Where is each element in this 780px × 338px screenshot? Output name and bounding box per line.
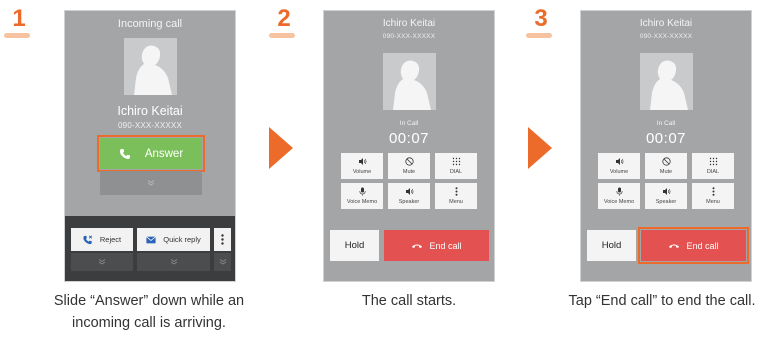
end-call-button[interactable]: End call: [641, 230, 746, 261]
hold-button[interactable]: Hold: [587, 230, 636, 261]
caller-number: 090-XXX-XXXXX: [639, 33, 693, 40]
end-call-screen: Ichiro Keitai 090-XXX-XXXXX In Call 00:0…: [580, 10, 752, 282]
menu-button[interactable]: Menu: [435, 183, 477, 209]
call-timer: 00:07: [388, 130, 430, 147]
phone-icon: [119, 148, 130, 159]
end-call-label: End call: [686, 240, 719, 251]
call-status: In Call: [656, 120, 676, 127]
more-vertical-icon: [712, 187, 714, 196]
step-1-caption: Slide “Answer” down while an incoming ca…: [53, 293, 245, 331]
in-call-screen: Ichiro Keitai 090-XXX-XXXXX In Call 00:0…: [323, 10, 495, 282]
step-number-2: 2: [269, 6, 295, 38]
more-slide-track[interactable]: [214, 253, 231, 271]
mute-button[interactable]: Mute: [388, 153, 430, 179]
more-vertical-icon: [221, 234, 224, 245]
end-call-button[interactable]: End call: [384, 230, 489, 261]
mute-button[interactable]: Mute: [645, 153, 687, 179]
phone-reject-icon: [83, 234, 92, 244]
caller-name: Ichiro Keitai: [382, 18, 436, 29]
step-number-1: 1: [4, 6, 30, 38]
volume-icon: [358, 158, 366, 165]
reject-label: Reject: [99, 235, 122, 244]
call-timer: 00:07: [645, 130, 687, 147]
mute-icon: [661, 157, 671, 166]
next-step-arrow: [269, 127, 293, 169]
caller-avatar: [124, 38, 177, 95]
dial-button[interactable]: DIAL: [435, 153, 477, 179]
caller-avatar: [383, 53, 436, 110]
dialpad-icon: [452, 157, 460, 166]
dial-button[interactable]: DIAL: [692, 153, 734, 179]
voice-memo-button[interactable]: Voice Memo: [598, 183, 640, 209]
caller-name: Ichiro Keitai: [117, 104, 183, 118]
step-3-caption: Tap “End call” to end the call.: [568, 293, 756, 309]
chevron-down-icon: [98, 259, 106, 265]
screen-title: Incoming call: [117, 18, 183, 30]
menu-button[interactable]: Menu: [692, 183, 734, 209]
volume-button[interactable]: Volume: [341, 153, 383, 179]
quick-reply-button[interactable]: Quick reply: [137, 228, 210, 251]
voice-memo-button[interactable]: Voice Memo: [341, 183, 383, 209]
more-options-button[interactable]: [214, 228, 231, 251]
microphone-icon: [359, 187, 365, 196]
end-call-label: End call: [429, 240, 462, 251]
reject-button[interactable]: Reject: [71, 228, 133, 251]
speaker-icon: [662, 188, 670, 195]
answer-button[interactable]: Answer: [100, 138, 202, 169]
caller-avatar: [640, 53, 693, 110]
hang-up-icon: [669, 244, 680, 248]
speaker-icon: [405, 188, 413, 195]
hold-button[interactable]: Hold: [330, 230, 379, 261]
call-options-bar: Reject Quick reply: [65, 216, 235, 281]
more-vertical-icon: [455, 187, 457, 196]
volume-button[interactable]: Volume: [598, 153, 640, 179]
step-number-3: 3: [526, 6, 552, 38]
reject-slide-track[interactable]: [71, 253, 133, 271]
incoming-call-screen: Incoming call Ichiro Keitai 090-XXX-XXXX…: [64, 10, 236, 282]
caller-number: 090-XXX-XXXXX: [382, 33, 436, 40]
speaker-button[interactable]: Speaker: [388, 183, 430, 209]
chevron-down-icon: [219, 259, 226, 265]
caller-name: Ichiro Keitai: [639, 18, 693, 29]
call-status: In Call: [399, 120, 419, 127]
caller-number: 090-XXX-XXXXX: [118, 121, 182, 130]
volume-icon: [615, 158, 623, 165]
next-step-arrow: [528, 127, 552, 169]
step-2-caption: The call starts.: [361, 293, 457, 309]
dialpad-icon: [709, 157, 717, 166]
mute-icon: [404, 157, 414, 166]
message-icon: [146, 235, 157, 243]
microphone-icon: [616, 187, 622, 196]
quick-reply-label: Quick reply: [163, 235, 201, 244]
hang-up-icon: [412, 244, 423, 248]
chevron-down-icon: [147, 180, 155, 186]
answer-slide-track[interactable]: [100, 171, 202, 195]
speaker-button[interactable]: Speaker: [645, 183, 687, 209]
answer-label: Answer: [144, 147, 184, 160]
chevron-down-icon: [170, 259, 177, 265]
quick-reply-slide-track[interactable]: [137, 253, 210, 271]
